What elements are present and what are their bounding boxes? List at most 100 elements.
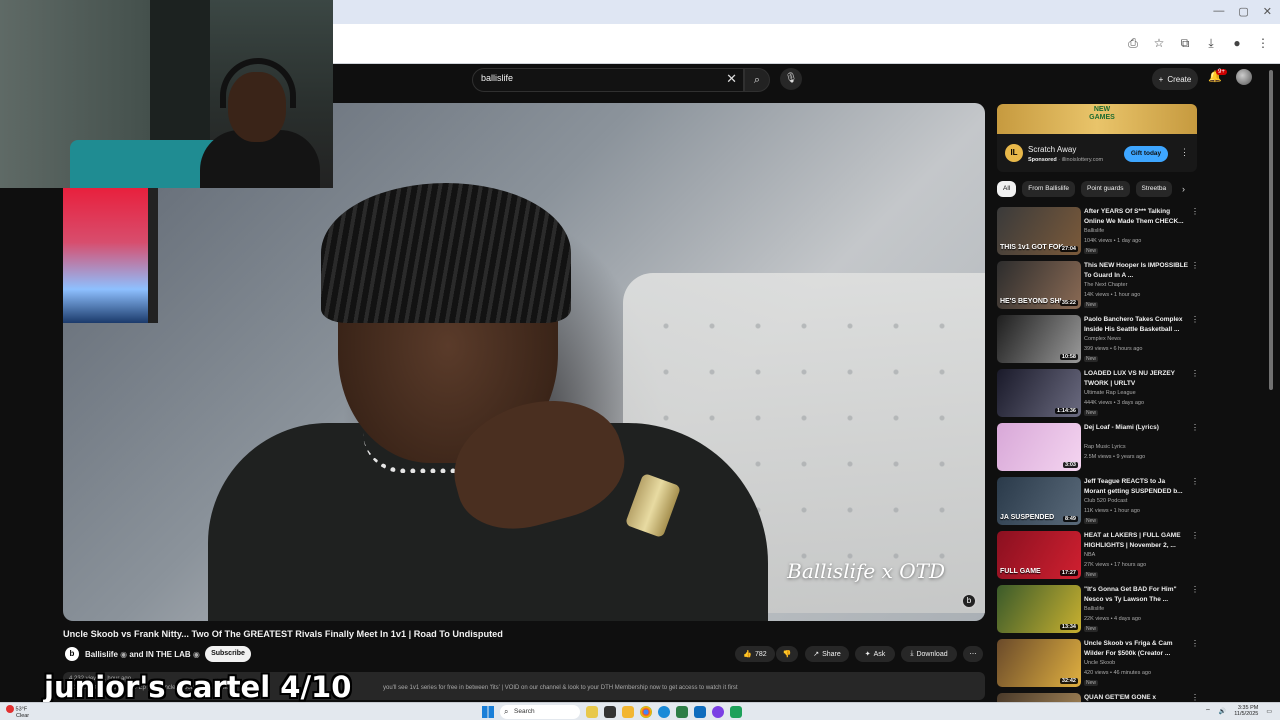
- ask-button[interactable]: ✦ Ask: [855, 646, 895, 662]
- channel-name-collab[interactable]: and IN THE LAB: [129, 650, 190, 659]
- recommendation-item[interactable]: 13:34 "It's Gonna Get BAD For Him" Nesco …: [997, 585, 1199, 635]
- close-window-button[interactable]: ✕: [1263, 5, 1272, 18]
- chip-from-ballislife[interactable]: From Ballislife: [1022, 181, 1076, 197]
- weather-widget[interactable]: 53°F Clear: [6, 705, 29, 719]
- subscribe-button[interactable]: Subscribe: [205, 646, 251, 662]
- menu-icon[interactable]: ⋮: [1256, 36, 1270, 51]
- more-icon[interactable]: ⋮: [1180, 147, 1189, 158]
- recommendation-channel[interactable]: Rap Music Lyrics: [1084, 444, 1126, 450]
- more-icon[interactable]: ⋮: [1191, 477, 1199, 486]
- file-explorer-icon[interactable]: [586, 706, 598, 718]
- recommendation-item[interactable]: 32:42 Uncle Skoob vs Friga & Cam Wilder F…: [997, 639, 1199, 689]
- recommendation-thumbnail[interactable]: 3:03: [997, 423, 1081, 471]
- channel-name-primary[interactable]: Ballislife: [85, 650, 118, 659]
- windows-start-icon[interactable]: [482, 706, 494, 718]
- recommendation-title[interactable]: "It's Gonna Get BAD For Him" Nesco vs Ty…: [1084, 585, 1188, 604]
- maximize-button[interactable]: ▢: [1238, 5, 1248, 18]
- more-icon[interactable]: ⋮: [1191, 585, 1199, 594]
- recommendation-thumbnail[interactable]: 10:58: [997, 315, 1081, 363]
- recommendation-item[interactable]: 3:03 Dej Loaf - Miami (Lyrics) Rap Music L…: [997, 423, 1199, 473]
- recommendation-title[interactable]: Dej Loaf - Miami (Lyrics): [1084, 423, 1188, 433]
- chevron-right-icon[interactable]: ›: [1182, 184, 1185, 194]
- channel-watermark-icon[interactable]: b: [961, 593, 977, 609]
- download-button[interactable]: ⤓ Download: [901, 646, 957, 662]
- like-button[interactable]: 👍 782: [735, 646, 775, 662]
- edge-icon[interactable]: [658, 706, 670, 718]
- network-icon[interactable]: ⌔: [1205, 707, 1211, 715]
- sheets-icon[interactable]: [676, 706, 688, 718]
- recommendation-thumbnail[interactable]: THIS 1v1 GOT FOK 27:04: [997, 207, 1081, 255]
- star-icon[interactable]: ☆: [1152, 36, 1166, 51]
- chip-streetball[interactable]: Streetba: [1135, 181, 1173, 197]
- more-icon[interactable]: ⋮: [1191, 261, 1199, 270]
- ad-cta-button[interactable]: Gift today: [1124, 146, 1168, 162]
- recommendation-channel[interactable]: Uncle Skoob: [1084, 660, 1115, 666]
- obs-icon[interactable]: [730, 706, 742, 718]
- recommendation-channel[interactable]: The Next Chapter: [1084, 282, 1127, 288]
- create-button[interactable]: + Create: [1152, 68, 1198, 90]
- recommendation-title[interactable]: This NEW Hooper Is IMPOSSIBLE To Guard I…: [1084, 261, 1188, 280]
- recommendation-title[interactable]: LOADED LUX VS NU JERZEY TWORK | URLTV: [1084, 369, 1188, 388]
- folder-icon[interactable]: [622, 706, 634, 718]
- taskbar-search[interactable]: Search: [500, 705, 580, 719]
- recommendation-channel[interactable]: Complex News: [1084, 336, 1121, 342]
- search-input[interactable]: ballislife ✕: [472, 68, 744, 92]
- recommendation-channel[interactable]: Ballislife: [1084, 606, 1104, 612]
- recommendation-channel[interactable]: NBA: [1084, 552, 1095, 558]
- recommendation-item[interactable]: 10:58 Paolo Banchero Takes Complex Inside…: [997, 315, 1199, 365]
- search-button[interactable]: ⌕: [744, 68, 770, 92]
- more-icon[interactable]: ⋮: [1191, 315, 1199, 324]
- recommendation-thumbnail[interactable]: 13:34: [997, 585, 1081, 633]
- download-icon[interactable]: ⤓: [1204, 36, 1218, 51]
- channel-name[interactable]: Ballislife ◉ and IN THE LAB ◉: [85, 650, 200, 659]
- volume-icon[interactable]: 🔊: [1219, 708, 1226, 715]
- account-avatar[interactable]: [1236, 69, 1252, 85]
- recommendation-title[interactable]: After YEARS Of S*** Talking Online We Ma…: [1084, 207, 1188, 226]
- recommendation-thumbnail[interactable]: 1:14:36: [997, 369, 1081, 417]
- chrome-icon[interactable]: [640, 706, 652, 718]
- outlook-icon[interactable]: [694, 706, 706, 718]
- install-icon[interactable]: ⎙: [1126, 36, 1140, 51]
- more-icon[interactable]: ⋮: [1191, 693, 1199, 702]
- recommendation-thumbnail[interactable]: JA SUSPENDED 8:49: [997, 477, 1081, 525]
- voice-search-button[interactable]: 🎙: [780, 68, 802, 90]
- more-actions-button[interactable]: ⋯: [963, 646, 983, 662]
- clear-search-icon[interactable]: ✕: [726, 71, 737, 87]
- ad-info[interactable]: IL Scratch Away Sponsored · illinoislott…: [997, 134, 1197, 172]
- recommendation-thumbnail[interactable]: FULL GAME 17:27: [997, 531, 1081, 579]
- dislike-button[interactable]: 👎: [776, 646, 798, 662]
- discord-icon[interactable]: [712, 706, 724, 718]
- terminal-icon[interactable]: [604, 706, 616, 718]
- more-icon[interactable]: ⋮: [1191, 639, 1199, 648]
- chip-point-guards[interactable]: Point guards: [1081, 181, 1130, 197]
- profile-icon[interactable]: ●: [1230, 36, 1244, 51]
- recommendation-channel[interactable]: Ballislife: [1084, 228, 1104, 234]
- more-icon[interactable]: ⋮: [1191, 423, 1199, 432]
- share-button[interactable]: ↗ Share: [805, 646, 849, 662]
- ad-banner[interactable]: NEW GAMES: [997, 104, 1197, 134]
- recommendation-title[interactable]: HEAT at LAKERS | FULL GAME HIGHLIGHTS | …: [1084, 531, 1188, 550]
- recommendation-item[interactable]: FULL GAME 17:27 HEAT at LAKERS | FULL GAME…: [997, 531, 1199, 581]
- more-icon[interactable]: ⋮: [1191, 207, 1199, 216]
- channel-avatar[interactable]: b: [65, 647, 79, 661]
- recommendation-thumbnail[interactable]: 32:42: [997, 639, 1081, 687]
- notifications-icon[interactable]: ▭: [1266, 708, 1272, 715]
- clock[interactable]: 3:35 PM 11/5/2025: [1234, 705, 1258, 717]
- search-query: ballislife: [481, 73, 514, 83]
- recommendation-title[interactable]: Jeff Teague REACTS to Ja Morant getting …: [1084, 477, 1188, 496]
- recommendation-thumbnail[interactable]: HE'S BEYOND SHI 35:22: [997, 261, 1081, 309]
- chip-all[interactable]: All: [997, 181, 1017, 197]
- recommendation-item[interactable]: 1:14:36 LOADED LUX VS NU JERZEY TWORK | U…: [997, 369, 1199, 419]
- extensions-icon[interactable]: ⧉: [1178, 36, 1192, 51]
- recommendation-title[interactable]: Uncle Skoob vs Friga & Cam Wilder For $5…: [1084, 639, 1188, 658]
- recommendation-channel[interactable]: Ultimate Rap League: [1084, 390, 1136, 396]
- recommendation-channel[interactable]: Club 520 Podcast: [1084, 498, 1127, 504]
- recommendation-item[interactable]: THIS 1v1 GOT FOK 27:04 After YEARS Of S***…: [997, 207, 1199, 257]
- minimize-button[interactable]: —: [1213, 5, 1224, 18]
- recommendation-title[interactable]: Paolo Banchero Takes Complex Inside His …: [1084, 315, 1188, 334]
- recommendation-item[interactable]: HE'S BEYOND SHI 35:22 This NEW Hooper Is I…: [997, 261, 1199, 311]
- recommendation-item[interactable]: JA SUSPENDED 8:49 Jeff Teague REACTS to Ja…: [997, 477, 1199, 527]
- more-icon[interactable]: ⋮: [1191, 531, 1199, 540]
- more-icon[interactable]: ⋮: [1191, 369, 1199, 378]
- scrollbar-thumb[interactable]: [1269, 70, 1273, 390]
